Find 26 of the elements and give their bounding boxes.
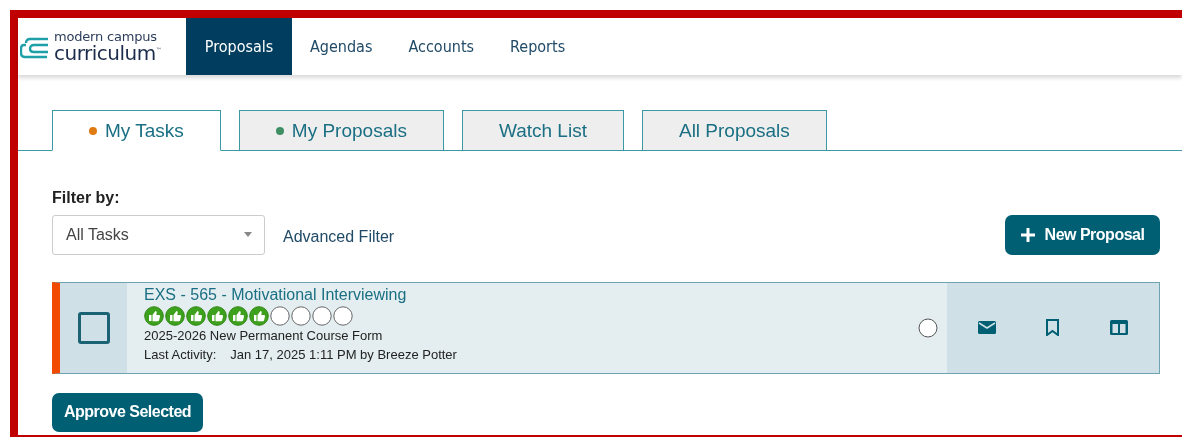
plus-icon: [1020, 227, 1035, 242]
advanced-filter-link[interactable]: Advanced Filter: [283, 227, 395, 246]
nav-tab[interactable]: Agendas: [292, 18, 391, 75]
tab[interactable]: All Proposals: [641, 110, 827, 151]
tab[interactable]: My Tasks: [52, 110, 221, 151]
form-name: 2025-2026 New Permanent Course Form: [144, 327, 384, 343]
tab[interactable]: Watch List: [461, 110, 624, 151]
mail-icon[interactable]: [976, 319, 999, 336]
columns-icon[interactable]: [1107, 318, 1130, 337]
approve-selected-button[interactable]: Approve Selected: [52, 392, 203, 432]
logo-tagline: modern campus: [54, 30, 158, 43]
nav-tab[interactable]: Accounts: [390, 18, 493, 75]
last-activity-value: Jan 17, 2025 1:11 PM by Breeze Potter: [230, 346, 457, 362]
new-proposal-button[interactable]: New Proposal: [1005, 214, 1160, 255]
filter-label: Filter by:: [52, 188, 121, 207]
last-activity-label: Last Activity:: [144, 346, 217, 362]
caret-icon: [244, 232, 252, 237]
checkbox[interactable]: [77, 311, 110, 344]
bookmark-icon[interactable]: [1044, 317, 1062, 338]
logo-wordmark: curriculum$^{™}$: [54, 43, 162, 63]
status-circle-icon: [918, 317, 938, 338]
nav-tab[interactable]: Reports: [492, 18, 584, 75]
tab[interactable]: My Proposals: [238, 110, 444, 151]
filter-dropdown[interactable]: All Tasks: [52, 214, 265, 255]
proposal-title-link[interactable]: EXS - 565 - Motivational Interviewing: [144, 285, 918, 304]
nav-tab[interactable]: Proposals: [186, 18, 292, 75]
